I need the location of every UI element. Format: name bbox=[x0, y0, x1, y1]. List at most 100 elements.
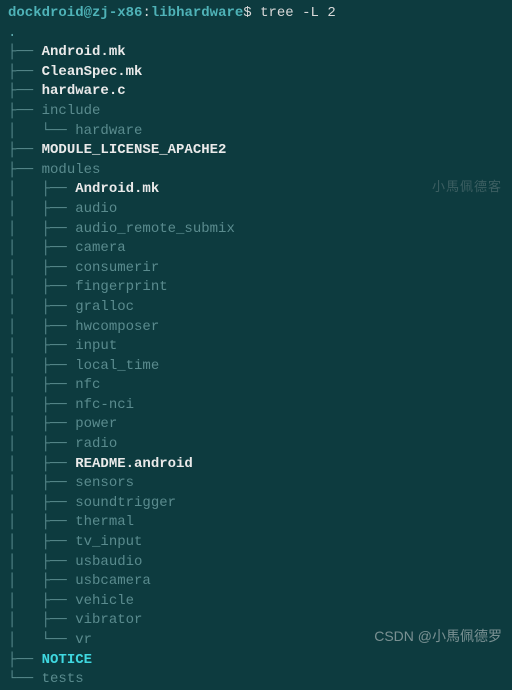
prompt-colon: : bbox=[142, 5, 150, 21]
tree-line: ├── hardware.c bbox=[8, 82, 504, 102]
tree-entry: hardware bbox=[75, 123, 142, 139]
tree-branch: │ ├── bbox=[8, 456, 75, 472]
tree-output: ├── Android.mk├── CleanSpec.mk├── hardwa… bbox=[8, 43, 504, 690]
terminal-prompt: dockdroid@zj-x86:libhardware$ tree -L 2 bbox=[8, 4, 504, 24]
tree-entry: tests bbox=[42, 671, 84, 687]
tree-line: ├── CleanSpec.mk bbox=[8, 63, 504, 83]
tree-entry: Android.mk bbox=[42, 44, 126, 60]
tree-entry: vr bbox=[75, 632, 92, 648]
tree-entry: thermal bbox=[75, 514, 134, 530]
tree-branch: │ └── bbox=[8, 632, 75, 648]
tree-branch: │ ├── bbox=[8, 593, 75, 609]
tree-entry: MODULE_LICENSE_APACHE2 bbox=[42, 142, 227, 158]
tree-line: │ ├── hwcomposer bbox=[8, 318, 504, 338]
tree-branch: │ ├── bbox=[8, 338, 75, 354]
tree-entry: consumerir bbox=[75, 260, 159, 276]
tree-line: │ ├── Android.mk bbox=[8, 180, 504, 200]
tree-line: │ ├── tv_input bbox=[8, 533, 504, 553]
watermark-bottom: CSDN @小馬佩德罗 bbox=[374, 627, 502, 647]
tree-line: │ ├── local_time bbox=[8, 357, 504, 377]
tree-line: │ ├── fingerprint bbox=[8, 278, 504, 298]
prompt-dollar: $ bbox=[243, 5, 251, 21]
tree-entry: usbcamera bbox=[75, 573, 151, 589]
tree-entry: radio bbox=[75, 436, 117, 452]
tree-line: │ ├── vehicle bbox=[8, 592, 504, 612]
tree-line: │ ├── sensors bbox=[8, 474, 504, 494]
tree-branch: │ ├── bbox=[8, 181, 75, 197]
tree-entry: nfc bbox=[75, 377, 100, 393]
tree-line: │ ├── nfc-nci bbox=[8, 396, 504, 416]
tree-line: │ ├── nfc bbox=[8, 376, 504, 396]
tree-entry: NOTICE bbox=[42, 652, 92, 668]
tree-line: │ ├── audio_remote_submix bbox=[8, 220, 504, 240]
tree-branch: ├── bbox=[8, 162, 42, 178]
tree-entry: sensors bbox=[75, 475, 134, 491]
tree-branch: │ ├── bbox=[8, 436, 75, 452]
tree-branch: ├── bbox=[8, 652, 42, 668]
tree-line: ├── modules bbox=[8, 161, 504, 181]
prompt-host: zj-x86 bbox=[92, 5, 142, 21]
tree-branch: │ ├── bbox=[8, 612, 75, 628]
tree-branch: │ ├── bbox=[8, 475, 75, 491]
tree-line: │ ├── soundtrigger bbox=[8, 494, 504, 514]
tree-entry: Android.mk bbox=[75, 181, 159, 197]
tree-branch: │ ├── bbox=[8, 573, 75, 589]
tree-branch: │ └── bbox=[8, 123, 75, 139]
tree-branch: ├── bbox=[8, 103, 42, 119]
tree-line: ├── MODULE_LICENSE_APACHE2 bbox=[8, 141, 504, 161]
tree-branch: │ ├── bbox=[8, 260, 75, 276]
tree-branch: │ ├── bbox=[8, 201, 75, 217]
tree-line: │ ├── usbcamera bbox=[8, 572, 504, 592]
tree-branch: │ ├── bbox=[8, 377, 75, 393]
tree-line: │ ├── README.android bbox=[8, 455, 504, 475]
tree-entry: power bbox=[75, 416, 117, 432]
tree-branch: │ ├── bbox=[8, 221, 75, 237]
tree-branch: │ ├── bbox=[8, 534, 75, 550]
tree-entry: soundtrigger bbox=[75, 495, 176, 511]
tree-root-dot: . bbox=[8, 24, 504, 44]
tree-line: │ ├── thermal bbox=[8, 513, 504, 533]
command: tree bbox=[260, 5, 294, 21]
tree-line: │ ├── power bbox=[8, 415, 504, 435]
tree-branch: │ ├── bbox=[8, 514, 75, 530]
tree-line: │ ├── consumerir bbox=[8, 259, 504, 279]
tree-entry: vibrator bbox=[75, 612, 142, 628]
tree-entry: modules bbox=[42, 162, 101, 178]
tree-entry: hwcomposer bbox=[75, 319, 159, 335]
tree-line: └── tests bbox=[8, 670, 504, 690]
tree-line: ├── include bbox=[8, 102, 504, 122]
tree-branch: ├── bbox=[8, 64, 42, 80]
tree-entry: gralloc bbox=[75, 299, 134, 315]
tree-entry: audio bbox=[75, 201, 117, 217]
tree-entry: local_time bbox=[75, 358, 159, 374]
tree-branch: └── bbox=[8, 671, 42, 687]
tree-branch: │ ├── bbox=[8, 358, 75, 374]
tree-branch: │ ├── bbox=[8, 279, 75, 295]
tree-entry: include bbox=[42, 103, 101, 119]
tree-line: │ ├── radio bbox=[8, 435, 504, 455]
tree-branch: │ ├── bbox=[8, 319, 75, 335]
tree-line: │ ├── audio bbox=[8, 200, 504, 220]
tree-entry: fingerprint bbox=[75, 279, 167, 295]
tree-entry: README.android bbox=[75, 456, 193, 472]
tree-line: ├── Android.mk bbox=[8, 43, 504, 63]
tree-entry: usbaudio bbox=[75, 554, 142, 570]
watermark-side: 小馬佩德客 bbox=[432, 178, 502, 196]
tree-branch: │ ├── bbox=[8, 416, 75, 432]
tree-entry: audio_remote_submix bbox=[75, 221, 235, 237]
tree-entry: CleanSpec.mk bbox=[42, 64, 143, 80]
tree-line: │ ├── gralloc bbox=[8, 298, 504, 318]
tree-branch: │ ├── bbox=[8, 397, 75, 413]
prompt-at: @ bbox=[84, 5, 92, 21]
tree-entry: nfc-nci bbox=[75, 397, 134, 413]
prompt-path: libhardware bbox=[151, 5, 243, 21]
command-option: -L 2 bbox=[302, 5, 336, 21]
tree-branch: │ ├── bbox=[8, 554, 75, 570]
tree-entry: input bbox=[75, 338, 117, 354]
tree-entry: camera bbox=[75, 240, 125, 256]
tree-entry: tv_input bbox=[75, 534, 142, 550]
tree-branch: │ ├── bbox=[8, 495, 75, 511]
tree-branch: ├── bbox=[8, 83, 42, 99]
tree-line: ├── NOTICE bbox=[8, 651, 504, 671]
tree-line: │ └── hardware bbox=[8, 122, 504, 142]
